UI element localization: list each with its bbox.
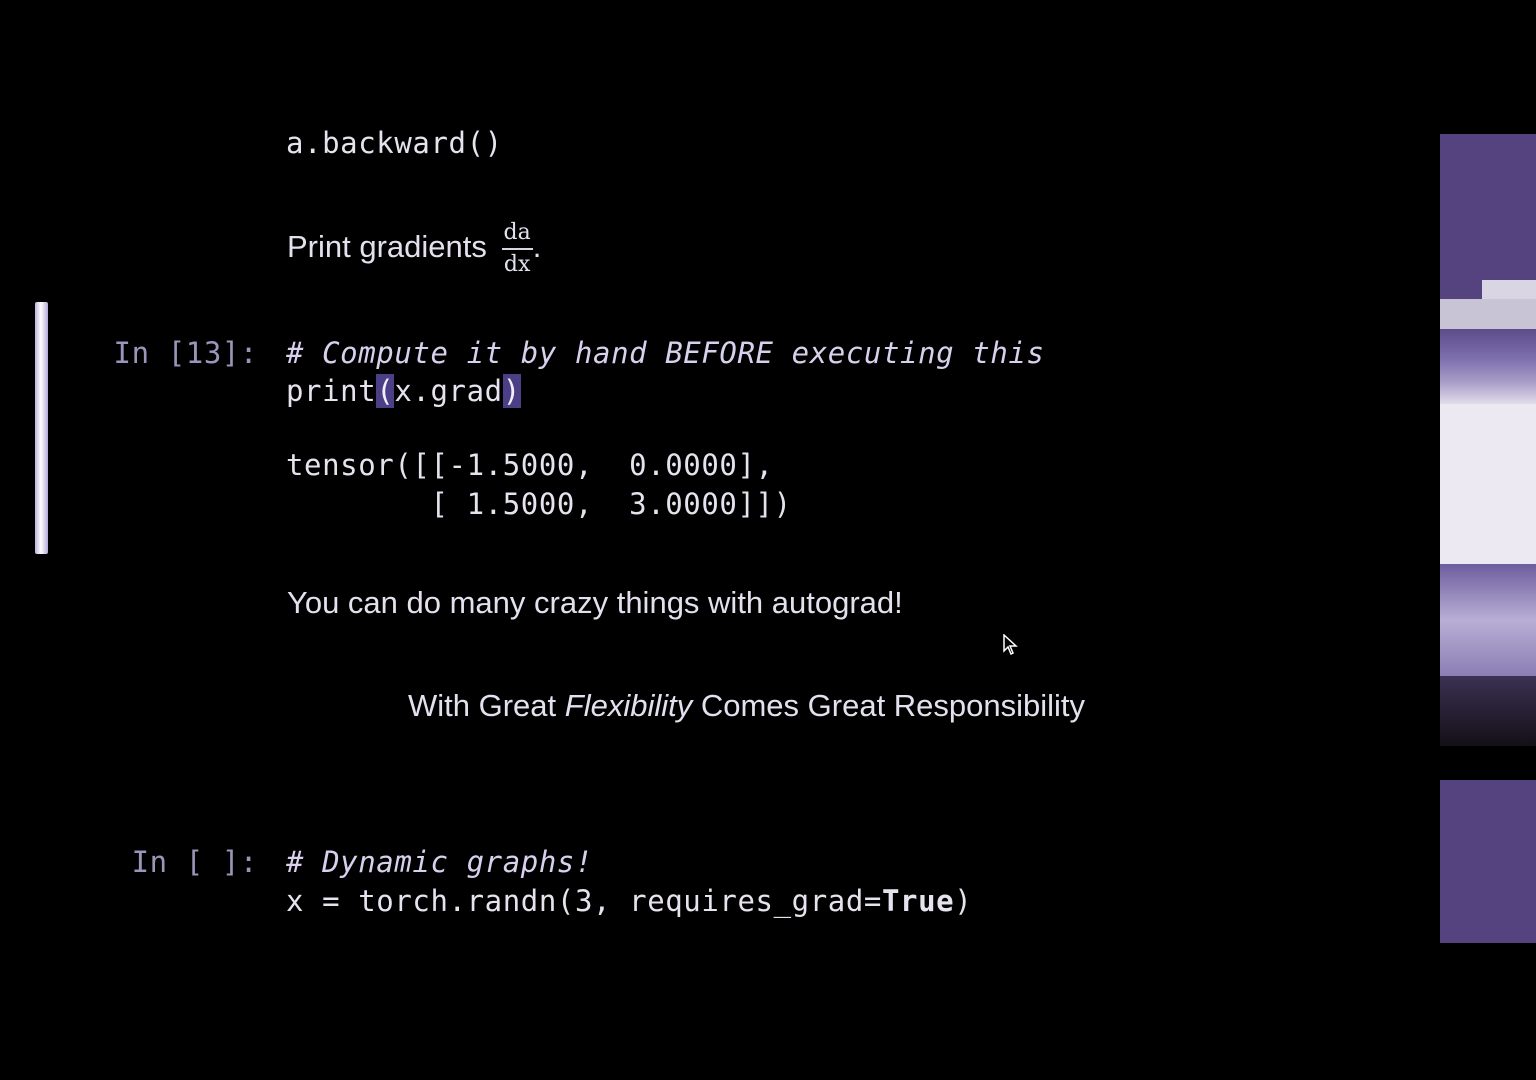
fraction-denominator: dx — [503, 252, 531, 277]
derivative-fraction: da dx — [501, 222, 533, 277]
next-cell-code-line[interactable]: x = torch.randn(3, requires_grad=True) — [286, 884, 972, 918]
video-strip-5 — [1440, 676, 1536, 746]
video-strip-2 — [1440, 329, 1536, 404]
cell-13-output-line-2: [ 1.5000, 3.0000]]) — [286, 487, 792, 521]
quote-italic: Flexibility — [564, 688, 693, 723]
open-paren-highlight: ( — [376, 374, 395, 408]
autograd-note: You can do many crazy things with autogr… — [287, 585, 903, 620]
purple-panel-bottom — [1440, 780, 1536, 943]
logo-panel: NY — [1440, 134, 1536, 422]
cell-13-prompt: In [13]: — [113, 336, 258, 370]
print-gradients-period: . — [532, 229, 542, 265]
flexibility-quote: With Great Flexibility Comes Great Respo… — [408, 688, 1085, 724]
next-cell-prompt: In [ ]: — [131, 845, 258, 879]
fraction-numerator: da — [501, 222, 533, 250]
selected-cell-indicator — [35, 302, 48, 554]
quote-post: Comes Great Responsibility — [692, 688, 1086, 723]
cell-13-output-line-1: tensor([[-1.5000, 0.0000], — [286, 448, 774, 482]
video-strip-1 — [1440, 299, 1536, 329]
video-strip-3 — [1440, 404, 1536, 564]
mouse-pointer-icon — [1003, 634, 1018, 656]
true-keyword: True — [881, 884, 955, 918]
close-paren-highlight: ) — [502, 374, 521, 408]
x-grad-expr: x.grad — [394, 374, 503, 408]
quote-pre: With Great — [408, 688, 565, 723]
print-gradients-text: Print gradients da dx . — [287, 222, 541, 276]
code-backward-line[interactable]: a.backward() — [286, 126, 503, 160]
randn-close-paren: ) — [954, 884, 973, 918]
randn-call: x = torch.randn(3, requires_grad= — [286, 884, 882, 918]
cell-13-code-line[interactable]: print(x.grad) — [286, 374, 521, 408]
next-cell-comment-line[interactable]: # Dynamic graphs! — [286, 845, 593, 879]
print-gradients-label: Print gradients — [287, 229, 487, 265]
print-keyword: print — [286, 374, 377, 408]
cell-13-comment-line[interactable]: # Compute it by hand BEFORE executing th… — [286, 336, 1045, 370]
video-strip-4 — [1440, 564, 1536, 676]
